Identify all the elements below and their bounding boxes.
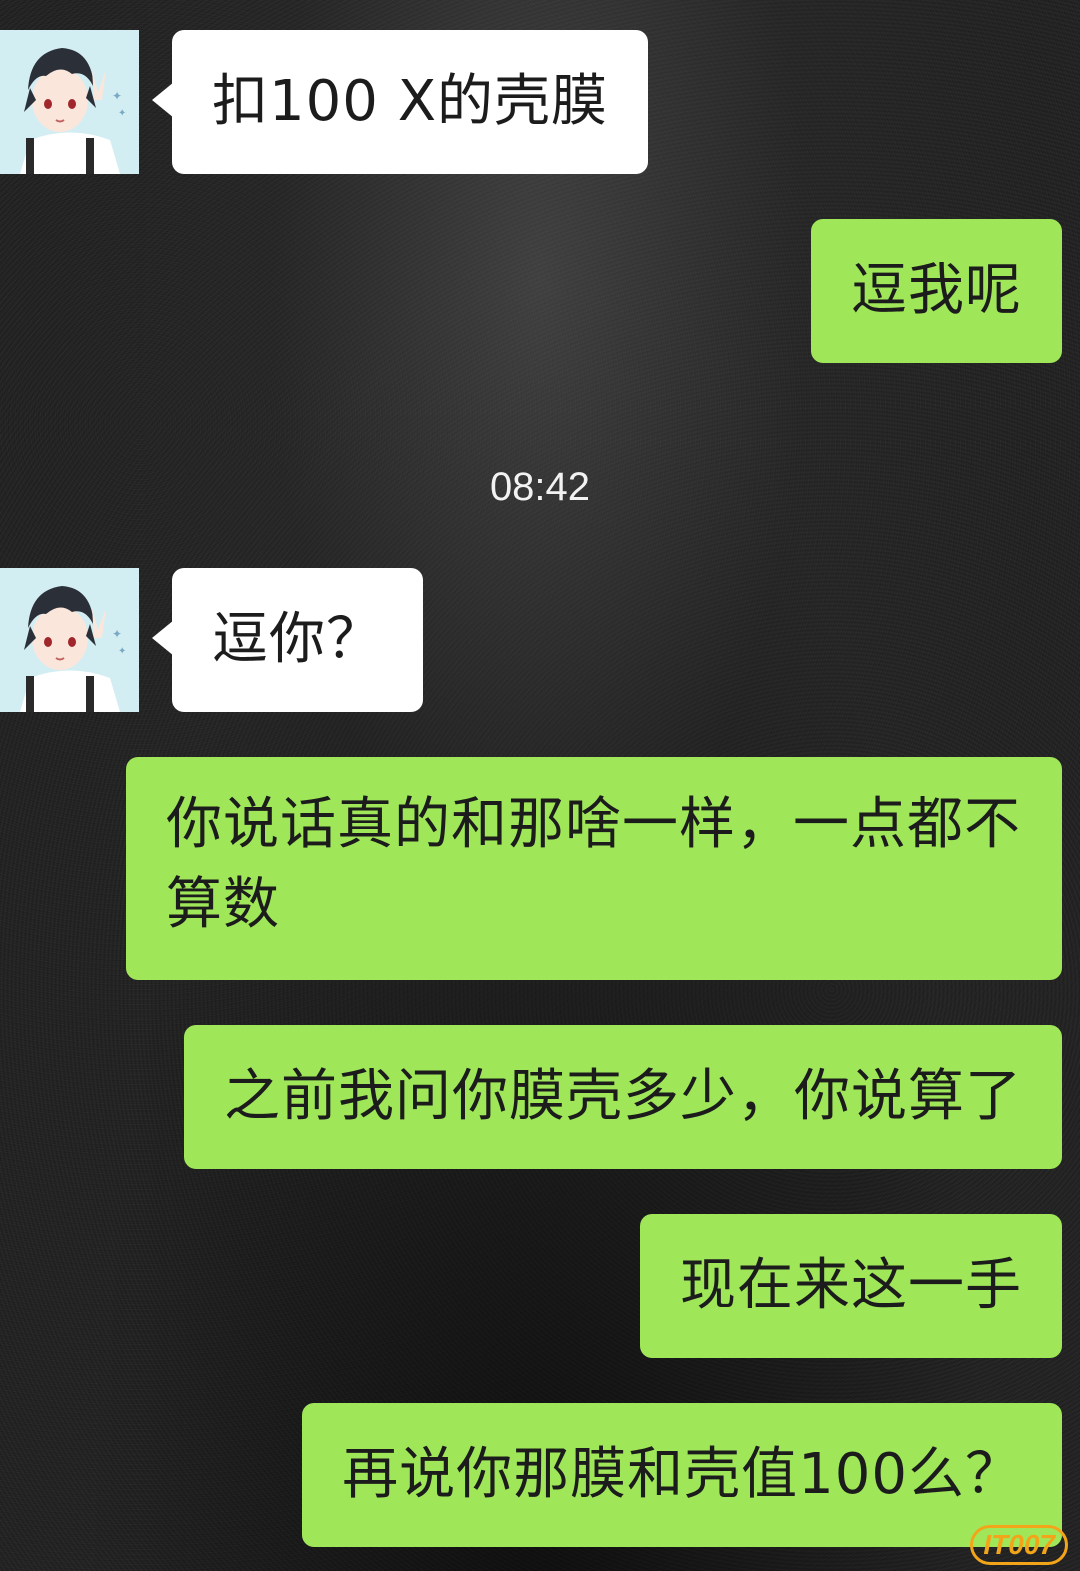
anime-boy-avatar-icon: ✦ ✦	[0, 30, 139, 174]
message-text: 逗我呢	[851, 258, 1022, 323]
anime-boy-avatar-icon: ✦ ✦	[0, 568, 139, 712]
message-text: 逗你？	[212, 607, 383, 672]
message-bubble-received[interactable]: 扣100 X的壳膜	[151, 30, 649, 174]
svg-text:✦: ✦	[112, 627, 122, 641]
message-text: 你说话真的和那啥一样，一点都不算数	[166, 792, 1021, 937]
contact-avatar[interactable]: ✦ ✦	[0, 30, 139, 174]
contact-avatar[interactable]: ✦ ✦	[0, 568, 139, 712]
message-text: 现在来这一手	[680, 1253, 1022, 1318]
message-bubble-sent[interactable]: 你说话真的和那啥一样，一点都不算数	[126, 757, 1062, 980]
chat-timestamp: 08:42	[489, 465, 591, 509]
message-bubble-sent[interactable]: 逗我呢	[811, 219, 1062, 363]
svg-text:✦: ✦	[118, 108, 126, 119]
message-bubble-received[interactable]: 逗你？	[152, 568, 423, 712]
svg-text:✦: ✦	[112, 89, 122, 103]
site-watermark: IT007	[970, 1525, 1068, 1565]
message-bubble-sent[interactable]: 现在来这一手	[640, 1214, 1062, 1358]
chat-conversation: ✦ ✦ 扣100 X的壳膜 逗我呢 08:42 ✦ ✦ 逗你？ 你说话真的和那啥…	[0, 0, 1080, 1571]
svg-text:✦: ✦	[118, 646, 126, 657]
message-text: 再说你那膜和壳值100么？	[342, 1442, 1022, 1507]
message-bubble-sent[interactable]: 之前我问你膜壳多少，你说算了	[184, 1025, 1062, 1169]
message-text: 之前我问你膜壳多少，你说算了	[224, 1064, 1022, 1129]
message-text: 扣100 X的壳膜	[212, 69, 609, 134]
message-bubble-sent[interactable]: 再说你那膜和壳值100么？	[302, 1403, 1062, 1547]
